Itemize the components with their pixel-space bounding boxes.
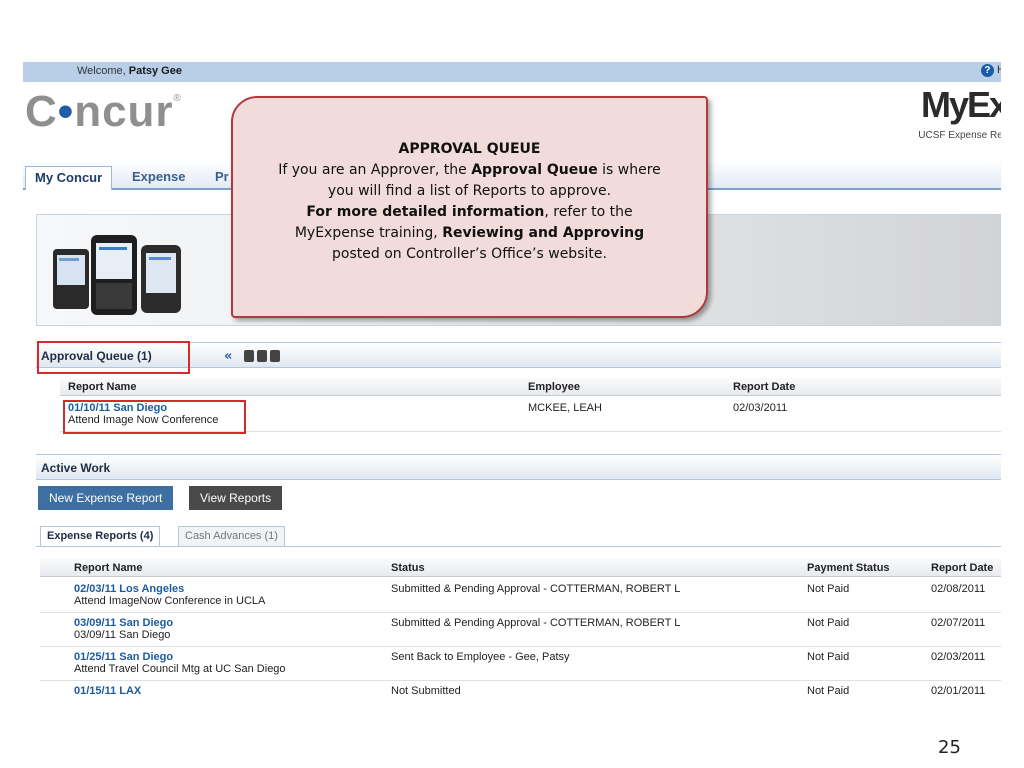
subtab-divider bbox=[36, 546, 1001, 547]
report-status: Submitted & Pending Approval - COTTERMAN… bbox=[391, 583, 681, 595]
product-subtitle: UCSF Expense Rei bbox=[918, 130, 1001, 141]
help-icon[interactable]: ? bbox=[980, 64, 994, 77]
new-expense-report-button[interactable]: New Expense Report bbox=[38, 486, 174, 510]
report-desc: 03/09/11 San Diego bbox=[74, 629, 171, 641]
report-status: Submitted & Pending Approval - COTTERMAN… bbox=[391, 617, 681, 629]
tab-expense-reports[interactable]: Expense Reports (4) bbox=[40, 526, 161, 547]
active-work-header: Active Work bbox=[36, 454, 1001, 480]
welcome-prefix: Welcome, bbox=[77, 65, 126, 77]
payment-status: Not Paid bbox=[807, 617, 850, 629]
active-work-title: Active Work bbox=[41, 461, 111, 475]
report-desc: Attend ImageNow Conference in UCLA bbox=[74, 595, 266, 607]
reports-grid-header: Report Name Status Payment Status Report… bbox=[40, 559, 1001, 577]
col-payment-status[interactable]: Payment Status bbox=[807, 562, 890, 574]
mobile-phones-image bbox=[53, 235, 181, 315]
report-date: 02/01/2011 bbox=[931, 685, 986, 697]
svg-text:«: « bbox=[224, 349, 232, 364]
callout-title: APPROVAL QUEUE bbox=[398, 141, 541, 157]
col-status[interactable]: Status bbox=[391, 562, 425, 574]
report-status: Sent Back to Employee - Gee, Patsy bbox=[391, 651, 570, 663]
approval-grid-header: Report Name Employee Report Date bbox=[60, 378, 1001, 396]
concur-logo: C•ncur® bbox=[25, 87, 182, 136]
tab-my-concur[interactable]: My Concur bbox=[25, 166, 113, 190]
table-row[interactable]: 03/09/11 San Diego 03/09/11 San Diego Sub… bbox=[40, 613, 1001, 647]
approval-queue-highlight bbox=[37, 341, 190, 374]
approval-date: 02/03/2011 bbox=[733, 402, 788, 414]
callout-line: MyExpense training, Reviewing and Approv… bbox=[294, 225, 645, 241]
callout-line: If you are an Approver, the Approval Que… bbox=[278, 162, 661, 178]
col-report-date[interactable]: Report Date bbox=[931, 562, 993, 574]
approval-employee: MCKEE, LEAH bbox=[528, 402, 602, 414]
col-report-name[interactable]: Report Name bbox=[68, 381, 136, 393]
callout-line: posted on Controller’s Office’s website. bbox=[332, 246, 607, 262]
callout-line: For more detailed information, refer to … bbox=[306, 204, 633, 220]
callout-line: you will find a list of Reports to appro… bbox=[327, 183, 612, 199]
approval-row-highlight bbox=[63, 400, 246, 434]
view-reports-button[interactable]: View Reports bbox=[189, 486, 283, 510]
col-employee[interactable]: Employee bbox=[528, 381, 580, 393]
welcome-text: Welcome, Patsy Gee bbox=[77, 65, 182, 77]
approval-queue-callout: APPROVAL QUEUE If you are an Approver, t… bbox=[231, 96, 708, 318]
table-row[interactable]: 02/03/11 Los Angeles Attend ImageNow Conf… bbox=[40, 579, 1001, 613]
report-date: 02/03/2011 bbox=[931, 651, 986, 663]
user-name: Patsy Gee bbox=[128, 65, 182, 77]
report-link[interactable]: 02/03/11 Los Angeles bbox=[74, 583, 265, 595]
report-desc: Attend Travel Council Mtg at UC San Dieg… bbox=[74, 663, 286, 675]
report-link[interactable]: 01/25/11 San Diego bbox=[74, 651, 286, 663]
report-status: Not Submitted bbox=[391, 685, 461, 697]
payment-status: Not Paid bbox=[807, 685, 850, 697]
col-report-name[interactable]: Report Name bbox=[74, 562, 142, 574]
slide: Welcome, Patsy Gee ? H C•ncur® MyEx UCSF… bbox=[0, 0, 1024, 768]
payment-status: Not Paid bbox=[807, 651, 850, 663]
report-date: 02/07/2011 bbox=[931, 617, 986, 629]
report-link[interactable]: 01/15/11 LAX bbox=[74, 685, 141, 697]
help-label[interactable]: H bbox=[997, 64, 1001, 76]
page-number: 25 bbox=[938, 737, 961, 758]
top-bar: Welcome, Patsy Gee ? H bbox=[23, 62, 1001, 82]
table-row[interactable]: 01/25/11 San Diego Attend Travel Council … bbox=[40, 647, 1001, 681]
tab-expense[interactable]: Expense bbox=[123, 166, 194, 190]
col-report-date[interactable]: Report Date bbox=[733, 381, 795, 393]
view-mode-icons[interactable]: « bbox=[224, 348, 304, 364]
report-date: 02/08/2011 bbox=[931, 583, 986, 595]
tab-cash-advances[interactable]: Cash Advances (1) bbox=[178, 526, 285, 547]
report-link[interactable]: 03/09/11 San Diego bbox=[74, 617, 173, 629]
table-row[interactable]: 01/15/11 LAX Not Submitted Not Paid 02/0… bbox=[40, 681, 1001, 708]
product-title: MyEx bbox=[920, 84, 1001, 125]
payment-status: Not Paid bbox=[807, 583, 850, 595]
help-link[interactable]: ? H bbox=[980, 64, 1001, 77]
